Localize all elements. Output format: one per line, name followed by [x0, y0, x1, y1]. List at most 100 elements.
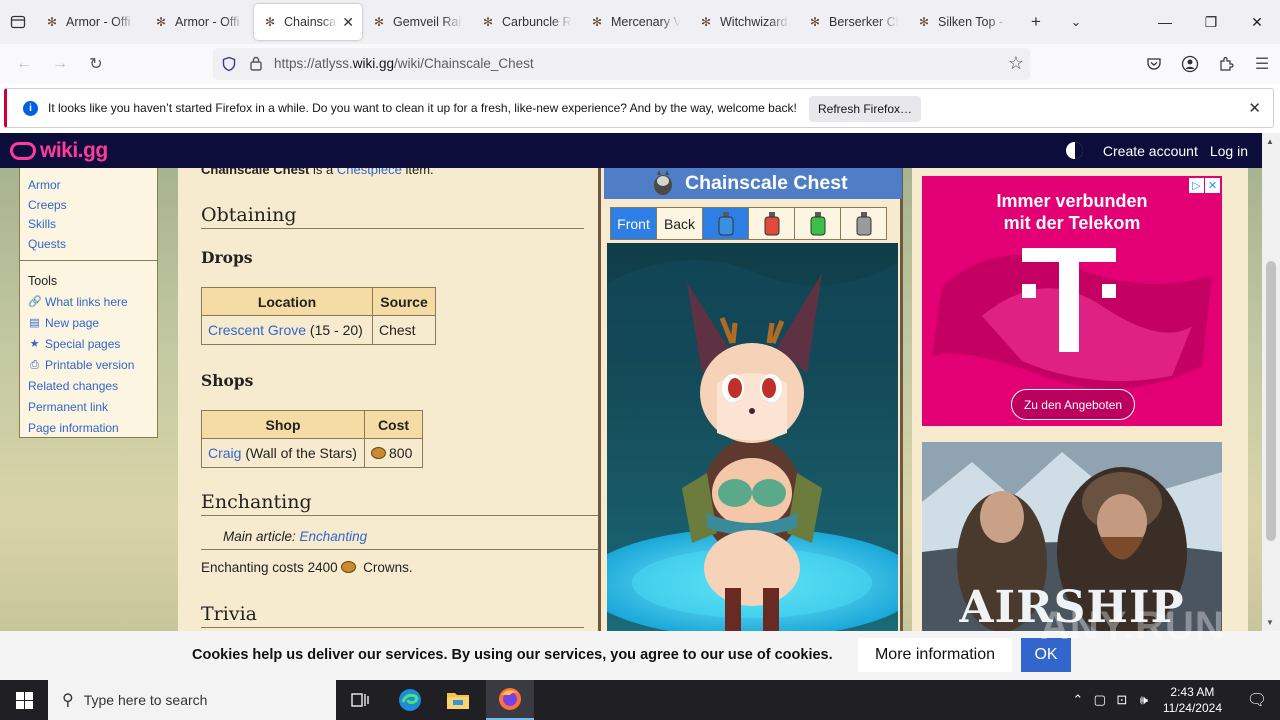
craig-link[interactable]: Craig	[208, 445, 241, 461]
address-bar[interactable]: https://atlyss.wiki.gg/wiki/Chainscale_C…	[213, 48, 1030, 80]
shops-table: Shop Cost Craig (Wall of the Stars) 800	[201, 410, 423, 468]
table-row: Craig (Wall of the Stars) 800	[201, 438, 423, 468]
file-explorer-icon[interactable]	[434, 680, 482, 720]
tools-link[interactable]: Page information	[20, 418, 157, 439]
volume-icon[interactable]: 🕪	[1133, 692, 1155, 708]
tools-link-label: Page information	[28, 421, 119, 435]
restore-button[interactable]: ❐	[1188, 0, 1234, 44]
browser-tab[interactable]: ✻ Armor - Offi	[36, 4, 144, 40]
log-in-link[interactable]: Log in	[1210, 143, 1248, 159]
minimize-button[interactable]: —	[1142, 0, 1188, 44]
tools-link[interactable]: ▤ New page	[20, 313, 157, 334]
tools-heading: Tools	[28, 274, 58, 288]
more-information-button[interactable]: More information	[858, 638, 1012, 672]
network-icon[interactable]: ⊡	[1111, 692, 1133, 708]
chevron-up-icon[interactable]: ⌃	[1067, 692, 1089, 708]
tools-link-label: Related changes	[28, 379, 119, 393]
url-domain: wiki.gg	[352, 56, 395, 71]
tab-overflow-chevron-icon[interactable]: ⌄	[1056, 0, 1096, 44]
extensions-icon[interactable]	[1208, 48, 1244, 80]
browser-tab[interactable]: ✻ Berserker Ch	[799, 4, 907, 40]
edge-icon[interactable]	[386, 680, 434, 720]
firefox-icon[interactable]	[486, 680, 534, 720]
back-arrow-icon[interactable]: ←	[6, 48, 42, 80]
tab-strip: ✻ Armor - Offi ✻ Armor - Offi ✻ Chainscal ✕ ✻ Ge…	[0, 0, 1280, 44]
close-window-button[interactable]: ✕	[1234, 0, 1280, 44]
sidebar: Armor Creeps Skills Quests Tools 🔗 What link…	[19, 168, 158, 438]
dye-swatch[interactable]	[748, 207, 795, 240]
device-icon[interactable]: ▢	[1089, 692, 1111, 708]
new-tab-button[interactable]: +	[1016, 0, 1056, 44]
task-view-icon[interactable]	[336, 680, 384, 720]
browser-tab[interactable]: ✻ Mercenary V	[581, 4, 689, 40]
tools-link[interactable]: ★ Special pages	[20, 334, 157, 355]
tools-link[interactable]: ⎙ Printable version	[20, 355, 157, 376]
ad-close-icon[interactable]: ✕	[1205, 178, 1220, 193]
taskbar: ⚲ Type here to search ⌃ ▢ ⊡ 🕪 2:43 AM 11/…	[0, 680, 1280, 720]
notifications-icon[interactable]: 🗨	[1234, 690, 1280, 710]
scrollbar-thumb[interactable]	[1266, 261, 1276, 541]
sidebar-link[interactable]: Quests	[28, 235, 157, 255]
tools-link[interactable]: Related changes	[20, 376, 157, 397]
chestpiece-link[interactable]: Chestpiece	[337, 168, 402, 177]
clock[interactable]: 2:43 AM 11/24/2024	[1163, 684, 1222, 716]
browser-tab[interactable]: ✻ Silken Top -	[908, 4, 1016, 40]
page-icon: ▤	[29, 317, 40, 329]
close-icon[interactable]: ✕	[1248, 99, 1261, 117]
ad1-cta-button[interactable]: Zu den Angeboten	[1011, 389, 1135, 420]
wiki-favicon-icon: ✻	[809, 15, 821, 29]
tracking-shield-icon[interactable]	[221, 56, 237, 72]
sidebar-link[interactable]: Armor	[28, 176, 157, 196]
ad-choices[interactable]: ▷ ✕	[1188, 178, 1220, 193]
dye-swatch[interactable]	[702, 207, 749, 240]
enchanting-link[interactable]: Enchanting	[300, 529, 368, 544]
enchanting-cost: Enchanting costs 2400 Crowns.	[201, 560, 413, 575]
character-avatar-icon	[654, 170, 672, 195]
main-article-note: Main article: Enchanting	[223, 529, 367, 544]
dye-swatch[interactable]	[840, 207, 887, 240]
notification-message: It looks like you haven’t started Firefo…	[48, 101, 797, 115]
link-icon: 🔗	[28, 296, 42, 308]
pocket-icon[interactable]	[1136, 48, 1172, 80]
browser-tab[interactable]: ✻ Carbuncle R	[472, 4, 580, 40]
telekom-t-logo	[1022, 248, 1116, 352]
forward-arrow-icon[interactable]: →	[42, 48, 78, 80]
cost-cell: 800	[364, 438, 423, 468]
column-header: Shop	[201, 410, 365, 439]
sidebar-link[interactable]: Creeps	[28, 196, 157, 216]
telekom-ad[interactable]: Immer verbunden mit der Telekom Zu den An…	[922, 176, 1222, 426]
browser-tab[interactable]: ✻ Witchwizard	[690, 4, 798, 40]
windows-start-icon[interactable]	[0, 680, 48, 720]
bookmark-star-icon[interactable]: ☆	[1008, 53, 1024, 74]
tools-link[interactable]: 🔗 What links here	[20, 292, 157, 313]
reload-icon[interactable]: ↻	[78, 48, 114, 80]
lock-icon[interactable]	[249, 55, 263, 71]
close-tab-icon[interactable]: ✕	[342, 14, 354, 31]
scroll-up-icon[interactable]: ▲	[1266, 137, 1274, 146]
url-text[interactable]: https://atlyss.wiki.gg/wiki/Chainscale_C…	[274, 56, 534, 71]
potion-bottle-icon	[718, 211, 733, 235]
list-all-tabs-icon[interactable]	[0, 0, 35, 44]
dye-swatch[interactable]	[794, 207, 841, 240]
menu-hamburger-icon[interactable]: ☰	[1244, 48, 1280, 80]
tab-back[interactable]: Back	[656, 207, 703, 240]
crescent-grove-link[interactable]: Crescent Grove	[208, 322, 306, 338]
potion-bottle-icon	[764, 211, 779, 235]
wiki-gg-logo[interactable]: wiki.gg	[10, 139, 108, 163]
adchoices-icon[interactable]: ▷	[1189, 178, 1204, 193]
browser-tab[interactable]: ✻ Gemveil Rai	[363, 4, 471, 40]
tools-link[interactable]: Permanent link	[20, 397, 157, 418]
ad1-line2: mit der Telekom	[1003, 213, 1141, 233]
refresh-firefox-button[interactable]: Refresh Firefox…	[809, 96, 921, 122]
tab-front[interactable]: Front	[610, 207, 657, 240]
create-account-link[interactable]: Create account	[1103, 143, 1198, 159]
sidebar-link[interactable]: Skills	[28, 215, 157, 235]
page-scrollbar[interactable]: ▲ ▼	[1262, 133, 1280, 631]
scroll-down-icon[interactable]: ▼	[1266, 618, 1274, 627]
browser-tab[interactable]: ✻ Armor - Offi	[145, 4, 253, 40]
account-icon[interactable]	[1172, 48, 1208, 80]
tools-link-label: Permanent link	[28, 400, 109, 414]
theme-toggle-icon[interactable]	[1065, 142, 1083, 159]
taskbar-search-box[interactable]: ⚲ Type here to search	[48, 680, 336, 720]
browser-tab[interactable]: ✻ Chainscal ✕	[254, 4, 362, 40]
